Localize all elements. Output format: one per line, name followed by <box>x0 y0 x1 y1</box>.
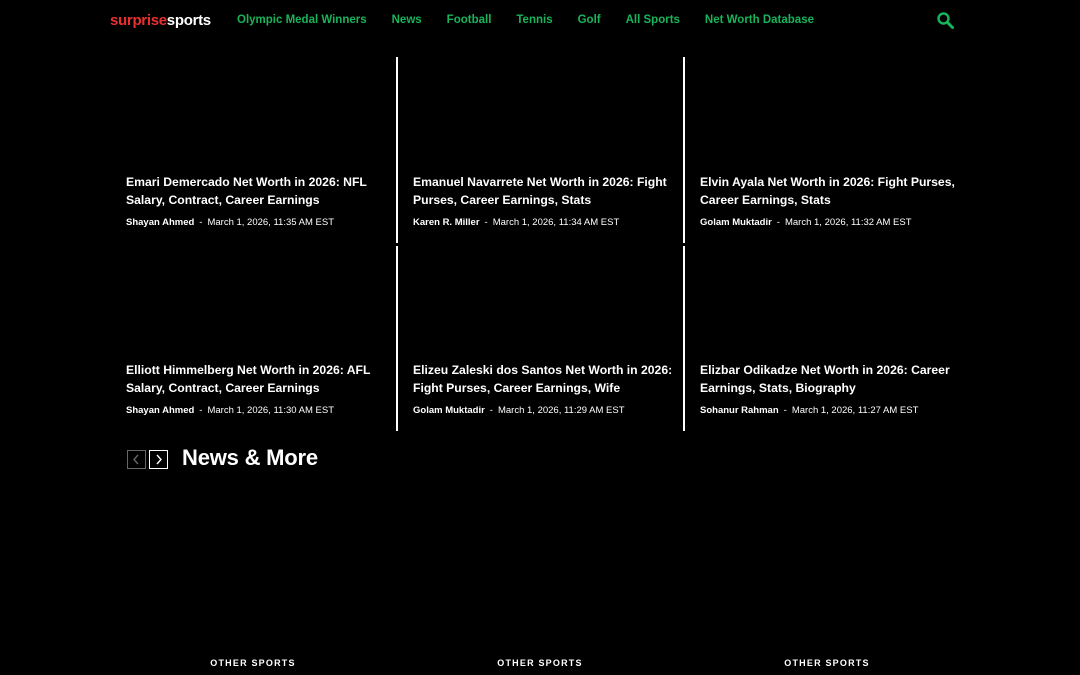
meta-separator: - <box>489 405 493 416</box>
search-icon[interactable] <box>936 11 956 31</box>
meta-separator: - <box>783 405 787 416</box>
article-title[interactable]: Emanuel Navarrete Net Worth in 2026: Fig… <box>413 174 675 209</box>
nav-item-all-sports[interactable]: All Sports <box>626 14 680 26</box>
category-label[interactable]: OTHER SPORTS <box>153 658 353 668</box>
article-meta: Golam Muktadir - March 1, 2026, 11:29 AM E… <box>413 405 625 416</box>
meta-separator: - <box>484 217 488 228</box>
nav-item-news[interactable]: News <box>392 14 422 26</box>
article-author[interactable]: Golam Muktadir <box>413 405 485 416</box>
meta-separator: - <box>199 217 203 228</box>
article-meta: Sohanur Rahman - March 1, 2026, 11:27 AM E… <box>700 405 918 416</box>
article-title[interactable]: Elizbar Odikadze Net Worth in 2026: Care… <box>700 362 962 397</box>
chevron-left-icon <box>133 454 139 465</box>
article-author[interactable]: Karen R. Miller <box>413 217 480 228</box>
article-title[interactable]: Elliott Himmelberg Net Worth in 2026: AF… <box>126 362 388 397</box>
article-title[interactable]: Emari Demercado Net Worth in 2026: NFL S… <box>126 174 388 209</box>
article-date: March 1, 2026, 11:29 AM EST <box>497 405 625 416</box>
nav-item-football[interactable]: Football <box>447 14 492 26</box>
nav-item-olympic-medal-winners[interactable]: Olympic Medal Winners <box>237 14 367 26</box>
article-date: March 1, 2026, 11:34 AM EST <box>492 217 620 228</box>
article-card[interactable]: Emanuel Navarrete Net Worth in 2026: Fig… <box>397 57 684 245</box>
article-author[interactable]: Shayan Ahmed <box>126 217 194 228</box>
article-date: March 1, 2026, 11:32 AM EST <box>784 217 912 228</box>
category-label[interactable]: OTHER SPORTS <box>727 658 927 668</box>
article-card[interactable]: Elizbar Odikadze Net Worth in 2026: Care… <box>684 245 971 433</box>
article-date: March 1, 2026, 11:30 AM EST <box>207 405 335 416</box>
article-card[interactable]: Elliott Himmelberg Net Worth in 2026: AF… <box>110 245 397 433</box>
nav-item-tennis[interactable]: Tennis <box>516 14 552 26</box>
article-meta: Shayan Ahmed - March 1, 2026, 11:35 AM EST <box>126 217 334 228</box>
section-title-news-more: News & More <box>182 445 318 470</box>
next-button[interactable] <box>149 450 168 469</box>
chevron-right-icon <box>156 454 162 465</box>
logo-part-sports: sports <box>166 12 211 29</box>
category-label[interactable]: OTHER SPORTS <box>440 658 640 668</box>
meta-separator: - <box>776 217 780 228</box>
article-date: March 1, 2026, 11:35 AM EST <box>207 217 335 228</box>
logo-part-surprise: surprise <box>110 12 167 29</box>
article-card[interactable]: Elvin Ayala Net Worth in 2026: Fight Pur… <box>684 57 971 245</box>
article-author[interactable]: Shayan Ahmed <box>126 405 194 416</box>
article-author[interactable]: Sohanur Rahman <box>700 405 779 416</box>
article-card[interactable]: Emari Demercado Net Worth in 2026: NFL S… <box>110 57 397 245</box>
article-title[interactable]: Elizeu Zaleski dos Santos Net Worth in 2… <box>413 362 675 397</box>
article-card[interactable]: Elizeu Zaleski dos Santos Net Worth in 2… <box>397 245 684 433</box>
site-logo[interactable]: surprisesports <box>110 12 211 29</box>
article-author[interactable]: Golam Muktadir <box>700 217 772 228</box>
meta-separator: - <box>199 405 203 416</box>
article-title[interactable]: Elvin Ayala Net Worth in 2026: Fight Pur… <box>700 174 962 209</box>
article-meta: Shayan Ahmed - March 1, 2026, 11:30 AM EST <box>126 405 334 416</box>
article-date: March 1, 2026, 11:27 AM EST <box>791 405 919 416</box>
prev-button[interactable] <box>127 450 146 469</box>
article-meta: Karen R. Miller - March 1, 2026, 11:34 AM … <box>413 217 619 228</box>
nav-item-net-worth-database[interactable]: Net Worth Database <box>705 14 814 26</box>
site-header: surprisesports Olympic Medal Winners New… <box>0 0 1080 44</box>
article-meta: Golam Muktadir - March 1, 2026, 11:32 AM E… <box>700 217 912 228</box>
main-nav: Olympic Medal Winners News Football Tenn… <box>237 14 839 26</box>
nav-item-golf[interactable]: Golf <box>578 14 601 26</box>
page: surprisesports Olympic Medal Winners New… <box>0 0 1080 675</box>
